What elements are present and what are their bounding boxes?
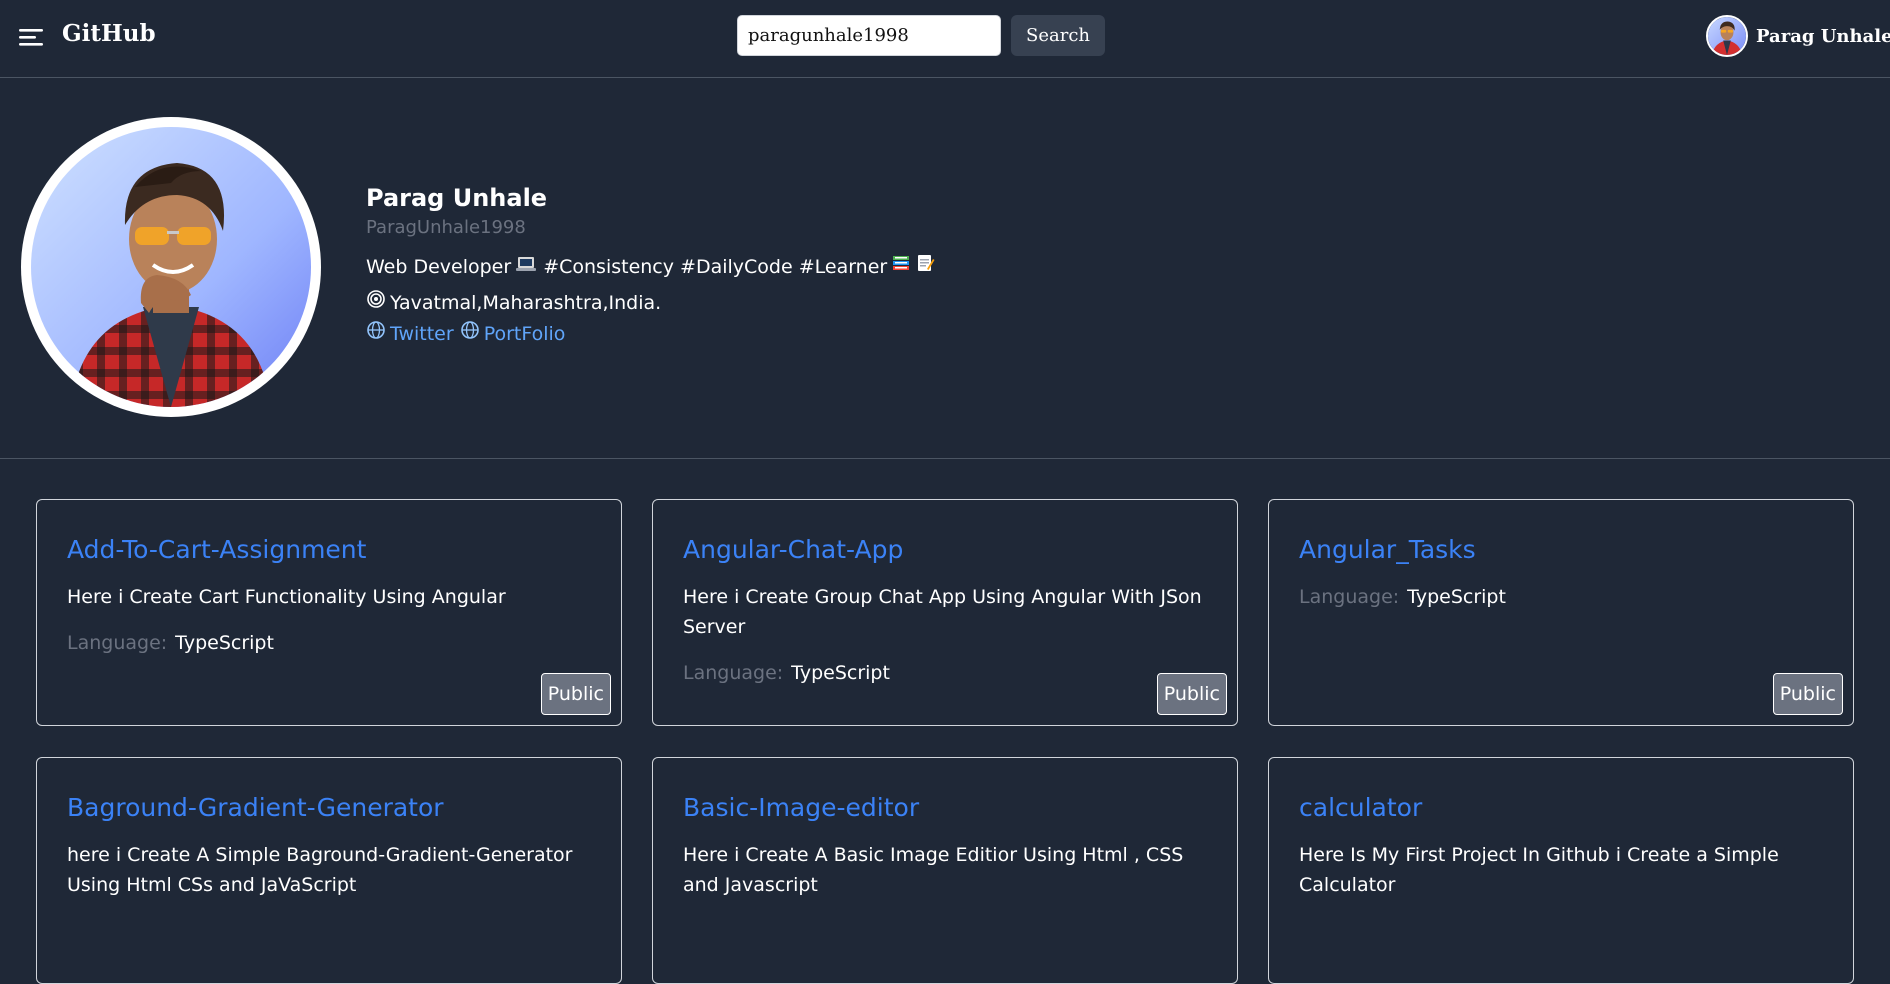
repo-title-link[interactable]: Add-To-Cart-Assignment xyxy=(67,534,591,566)
search-input[interactable] xyxy=(737,15,1001,56)
repo-card: Add-To-Cart-Assignment Here i Create Car… xyxy=(36,499,622,726)
language-value: TypeScript xyxy=(175,632,274,654)
visibility-badge: Public xyxy=(1772,673,1843,715)
globe-icon xyxy=(460,320,480,347)
location-spiral-icon xyxy=(366,289,386,316)
repo-title-link[interactable]: Basic-Image-editor xyxy=(683,792,1207,824)
portfolio-link-label: PortFolio xyxy=(483,322,566,345)
repo-card: Angular-Chat-App Here i Create Group Cha… xyxy=(652,499,1238,726)
visibility-badge: Public xyxy=(1156,673,1227,715)
repo-language: Language: TypeScript xyxy=(67,628,591,658)
language-value: TypeScript xyxy=(1407,586,1506,608)
profile-avatar xyxy=(21,117,321,417)
repo-description: Here i Create Group Chat App Using Angul… xyxy=(683,586,1202,638)
repo-card: calculator Here Is My First Project In G… xyxy=(1268,757,1854,984)
top-navbar: GitHub Search Parag Unhale xyxy=(0,0,1890,78)
bio-text: Web Developer xyxy=(366,255,512,278)
repo-description: Here Is My First Project In Github i Cre… xyxy=(1299,844,1779,896)
repo-title-link[interactable]: Baground-Gradient-Generator xyxy=(67,792,591,824)
language-label: Language: xyxy=(1299,586,1400,608)
repo-card: Baground-Gradient-Generator here i Creat… xyxy=(36,757,622,984)
repo-description: Here i Create A Basic Image Editior Usin… xyxy=(683,844,1184,896)
profile-info: Parag Unhale ParagUnhale1998 Web Develop… xyxy=(366,183,935,347)
repo-language: Language: TypeScript xyxy=(683,658,1207,688)
brand-logo[interactable]: GitHub xyxy=(62,20,156,47)
repo-grid: Add-To-Cart-Assignment Here i Create Car… xyxy=(36,499,1856,984)
profile-section: Parag Unhale ParagUnhale1998 Web Develop… xyxy=(0,79,1890,459)
avatar[interactable] xyxy=(1706,15,1748,57)
repo-language: Language: TypeScript xyxy=(1299,582,1823,612)
books-icon xyxy=(891,253,911,280)
repo-description: here i Create A Simple Baground-Gradient… xyxy=(67,844,573,896)
profile-bio: Web Developer #Consistency #DailyCode #L… xyxy=(366,253,935,280)
visibility-badge: Public xyxy=(540,673,611,715)
search-button[interactable]: Search xyxy=(1011,15,1105,56)
language-label: Language: xyxy=(67,632,168,654)
repo-description: Here i Create Cart Functionality Using A… xyxy=(67,586,506,608)
hamburger-menu-icon[interactable] xyxy=(19,27,43,47)
repo-title-link[interactable]: Angular-Chat-App xyxy=(683,534,1207,566)
portfolio-link[interactable]: PortFolio xyxy=(460,320,566,347)
repo-title-link[interactable]: Angular_Tasks xyxy=(1299,534,1823,566)
memo-icon xyxy=(915,253,935,280)
twitter-link-label: Twitter xyxy=(390,322,454,345)
user-menu[interactable]: Parag Unhale xyxy=(1706,15,1890,57)
repo-card: Basic-Image-editor Here i Create A Basic… xyxy=(652,757,1238,984)
profile-login: ParagUnhale1998 xyxy=(366,217,526,238)
globe-icon xyxy=(366,320,386,347)
language-value: TypeScript xyxy=(791,662,890,684)
user-name: Parag Unhale xyxy=(1756,25,1890,47)
repo-card: Angular_Tasks Language: TypeScript Public xyxy=(1268,499,1854,726)
profile-links: Twitter PortFolio xyxy=(366,320,935,347)
profile-location: Yavatmal,Maharashtra,India. xyxy=(366,289,935,316)
bio-tags: #Consistency #DailyCode #Learner xyxy=(543,255,888,278)
location-text: Yavatmal,Maharashtra,India. xyxy=(390,291,662,314)
profile-name: Parag Unhale xyxy=(366,184,548,212)
twitter-link[interactable]: Twitter xyxy=(366,320,454,347)
laptop-icon xyxy=(515,254,537,280)
repo-title-link[interactable]: calculator xyxy=(1299,792,1823,824)
language-label: Language: xyxy=(683,662,784,684)
